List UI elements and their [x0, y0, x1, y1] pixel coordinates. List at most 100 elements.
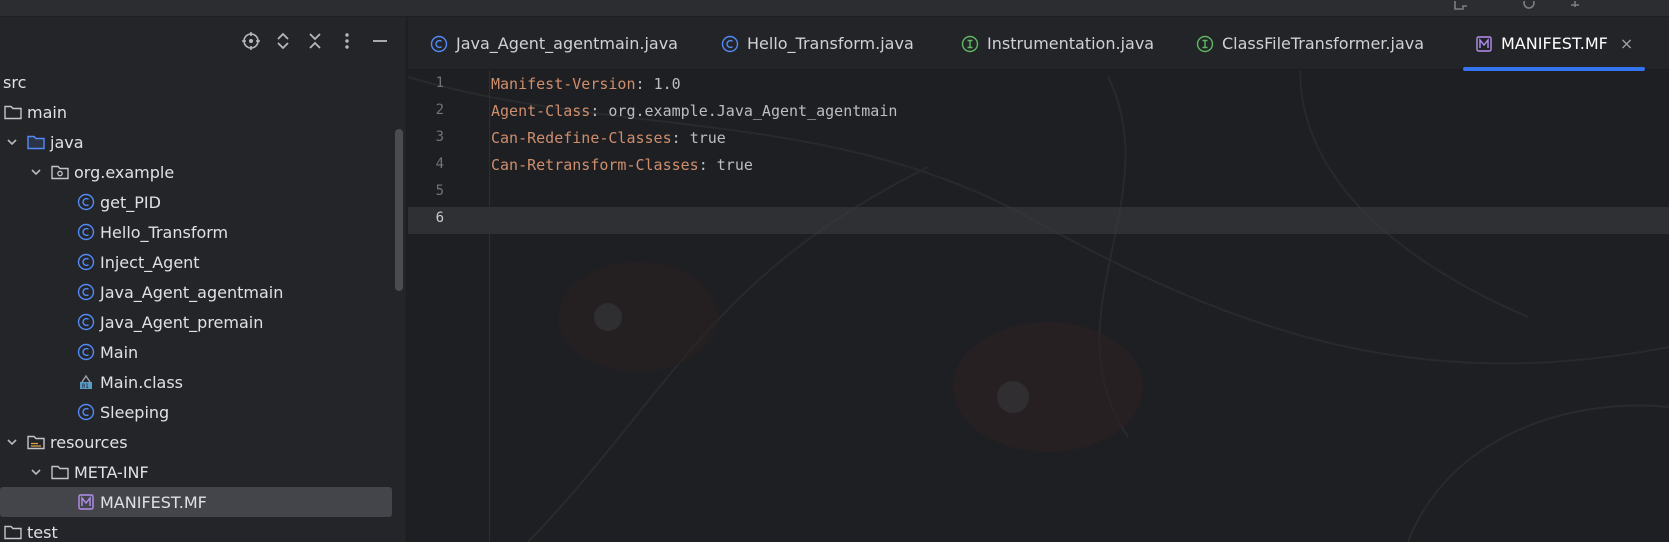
package-icon: [50, 162, 70, 182]
folder-icon: [3, 102, 23, 122]
tab-java-agent-agentmain-java[interactable]: Java_Agent_agentmain.java: [430, 17, 678, 70]
tab-label: ClassFileTransformer.java: [1222, 34, 1425, 53]
manifest-icon: [1475, 35, 1493, 53]
tree-item-inject-agent[interactable]: Inject_Agent: [0, 247, 396, 277]
class-file-icon: 01: [76, 372, 96, 392]
manifest-icon: [76, 492, 96, 512]
tree-item-java-agent-agentmain[interactable]: Java_Agent_agentmain: [0, 277, 396, 307]
tab-label: Hello_Transform.java: [747, 34, 914, 53]
close-icon[interactable]: ×: [1620, 34, 1633, 53]
manifest-separator: :: [671, 129, 690, 147]
collapse-all-icon[interactable]: [304, 30, 326, 52]
folder-icon: [3, 522, 23, 542]
resources-folder-icon: [26, 432, 46, 452]
tree-item-meta-inf[interactable]: META-INF: [0, 457, 396, 487]
class-icon: [76, 222, 96, 242]
project-panel: src main java org.example get_PID Hello_Trans…: [0, 17, 407, 542]
manifest-separator: :: [590, 102, 609, 120]
chevron-down-icon[interactable]: [28, 164, 44, 180]
tree-item-sleeping[interactable]: Sleeping: [0, 397, 396, 427]
class-icon: [76, 282, 96, 302]
tree-item-main-class[interactable]: 01 Main.class: [0, 367, 396, 397]
manifest-value: true: [689, 129, 726, 147]
tree-item-src[interactable]: src: [0, 67, 396, 97]
project-tree: src main java org.example get_PID Hello_Trans…: [0, 67, 396, 542]
tree-item-test[interactable]: test: [0, 517, 396, 542]
toolbar-icon-a[interactable]: [1452, 0, 1470, 14]
interface-icon: [961, 35, 979, 53]
title-bar: [0, 0, 1669, 17]
line-number: 2: [435, 102, 444, 118]
chevron-down-icon[interactable]: [4, 134, 20, 150]
tree-item-resources[interactable]: resources: [0, 427, 396, 457]
tab-instrumentation-java[interactable]: Instrumentation.java: [961, 17, 1154, 70]
crosshair-icon[interactable]: [240, 30, 262, 52]
code-line[interactable]: Can-Retransform-Classes: true: [491, 156, 753, 174]
line-number: 6: [435, 210, 444, 226]
tree-item-label: Java_Agent_agentmain: [100, 282, 284, 302]
tree-item-hello-transform[interactable]: Hello_Transform: [0, 217, 396, 247]
background-image: [408, 17, 1669, 542]
minimize-icon[interactable]: [369, 30, 391, 52]
tab-classfiletransformer-java[interactable]: ClassFileTransformer.java: [1196, 17, 1424, 70]
tree-item-label: META-INF: [74, 462, 149, 482]
class-icon: [76, 342, 96, 362]
more-vertical-icon[interactable]: [336, 30, 358, 52]
tree-item-label: Sleeping: [100, 402, 170, 422]
manifest-value: org.example.Java_Agent_agentmain: [608, 102, 898, 120]
line-number: 1: [435, 75, 444, 91]
class-icon: [721, 35, 739, 53]
code-line[interactable]: Agent-Class: org.example.Java_Agent_agen…: [491, 102, 897, 120]
class-icon: [76, 402, 96, 422]
tab-label: Instrumentation.java: [987, 34, 1155, 53]
line-number: 4: [435, 156, 444, 172]
class-icon: [76, 312, 96, 332]
chevron-down-icon[interactable]: [28, 464, 44, 480]
settings-icon[interactable]: [1566, 0, 1584, 14]
svg-text:01: 01: [82, 383, 90, 390]
manifest-key: Manifest-Version: [491, 75, 636, 93]
tree-item-label: test: [27, 522, 58, 542]
tree-item-label: main: [27, 102, 67, 122]
tab-hello-transform-java[interactable]: Hello_Transform.java: [721, 17, 914, 70]
tree-item-main[interactable]: Main: [0, 337, 396, 367]
tree-item-label: MANIFEST.MF: [100, 492, 207, 512]
manifest-key: Can-Retransform-Classes: [491, 156, 699, 174]
search-icon[interactable]: [1522, 0, 1540, 14]
tree-item-label: java: [50, 132, 84, 152]
tree-item-main[interactable]: main: [0, 97, 396, 127]
expand-all-icon[interactable]: [272, 30, 294, 52]
class-icon: [76, 252, 96, 272]
line-number-gutter: 1 2 3 4 5 6: [408, 70, 490, 542]
tree-item-manifest-mf[interactable]: MANIFEST.MF: [0, 487, 396, 517]
tree-item-org-example[interactable]: org.example: [0, 157, 396, 187]
tree-item-label: org.example: [74, 162, 175, 182]
tree-item-label: src: [3, 72, 27, 92]
source-folder-icon: [26, 132, 46, 152]
tab-manifest-mf[interactable]: MANIFEST.MF ×: [1463, 17, 1646, 71]
manifest-separator: :: [698, 156, 717, 174]
code-line[interactable]: Can-Redefine-Classes: true: [491, 129, 726, 147]
tree-item-java-agent-premain[interactable]: Java_Agent_premain: [0, 307, 396, 337]
active-tab-indicator: [1463, 67, 1646, 71]
tree-item-label: Hello_Transform: [100, 222, 229, 242]
class-icon: [430, 35, 448, 53]
line-number: 3: [435, 129, 444, 145]
tree-item-label: Inject_Agent: [100, 252, 200, 272]
tree-scrollbar[interactable]: [395, 129, 403, 291]
line-number: 5: [435, 183, 444, 199]
tree-item-java[interactable]: java: [0, 127, 396, 157]
manifest-value: 1.0: [653, 75, 681, 93]
class-icon: [76, 192, 96, 212]
code-line[interactable]: Manifest-Version: 1.0: [491, 75, 681, 93]
tree-item-get-pid[interactable]: get_PID: [0, 187, 396, 217]
editor-tabs: Java_Agent_agentmain.java Hello_Transform…: [408, 17, 1669, 71]
current-line-highlight: [408, 207, 1669, 234]
chevron-down-icon[interactable]: [4, 434, 20, 450]
interface-icon: [1196, 35, 1214, 53]
tree-item-label: Main: [100, 342, 139, 362]
tree-item-label: resources: [50, 432, 128, 452]
tree-item-label: get_PID: [100, 192, 161, 212]
tree-item-label: Java_Agent_premain: [100, 312, 264, 332]
project-toolbar: [0, 17, 406, 67]
